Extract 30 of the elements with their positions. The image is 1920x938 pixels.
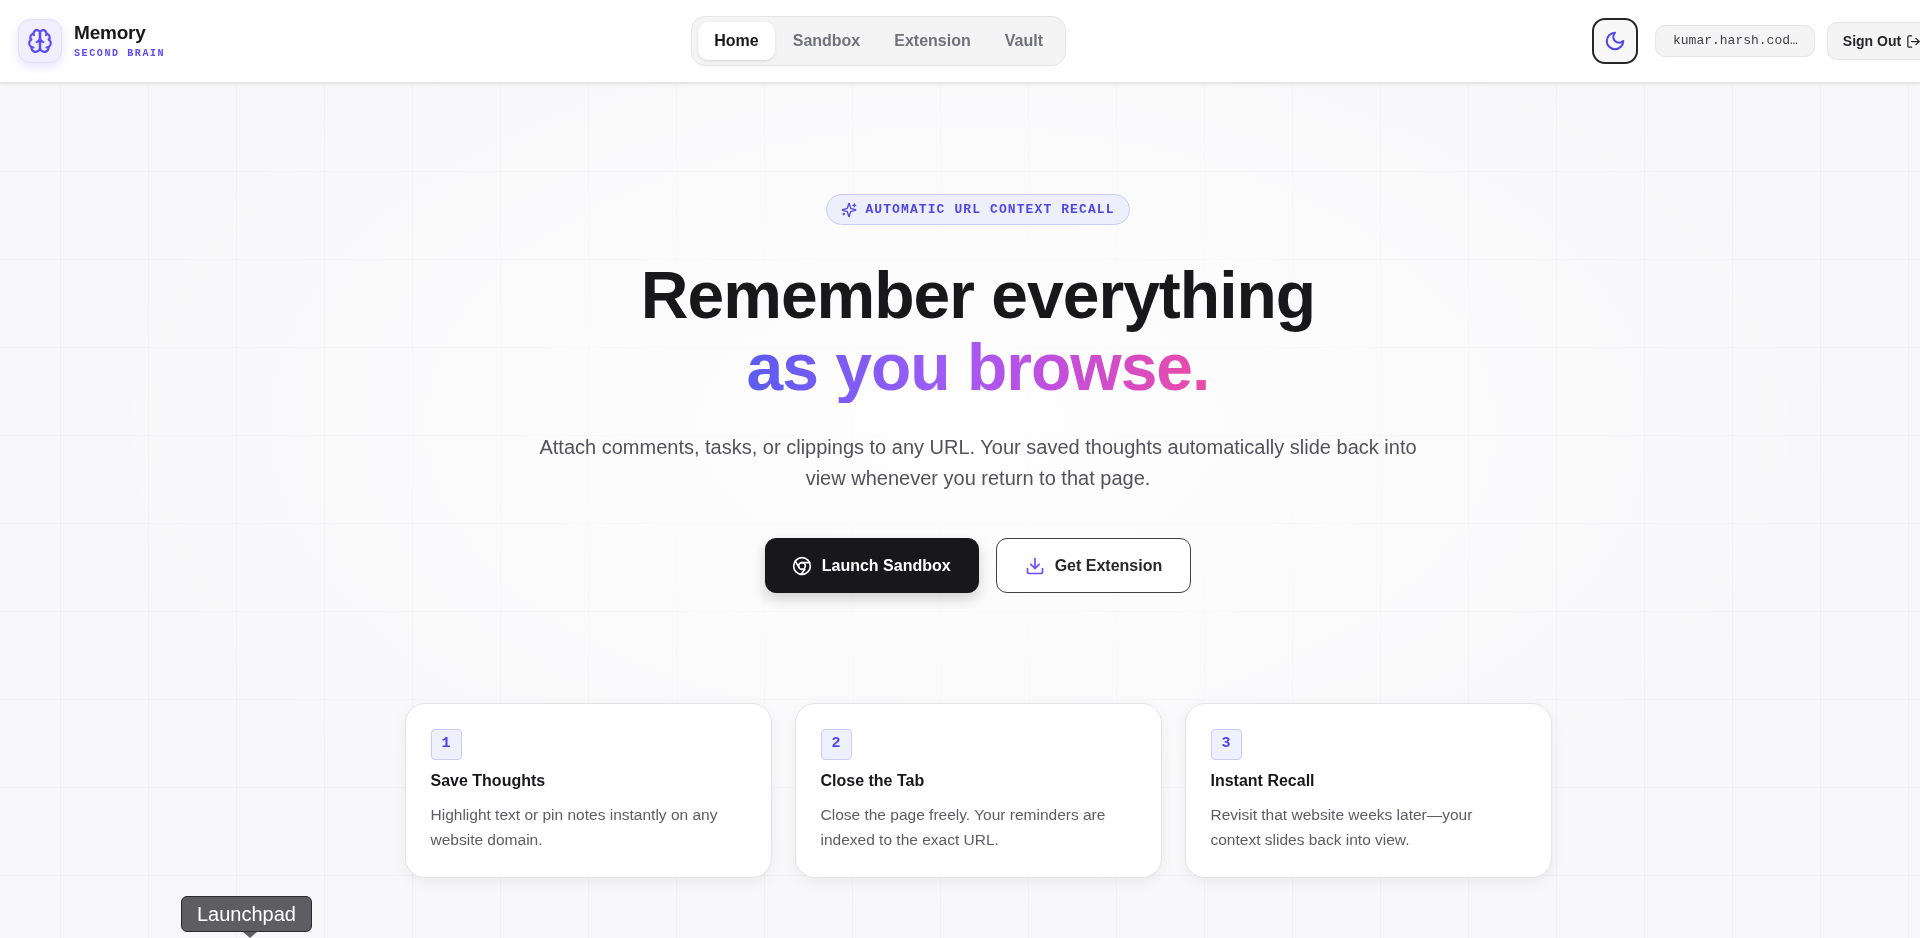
nav-tab[interactable]: Sandbox bbox=[776, 22, 877, 60]
nav-tab[interactable]: Vault bbox=[988, 22, 1059, 60]
nav-tab[interactable]: Extension bbox=[878, 22, 987, 60]
brain-icon bbox=[18, 19, 62, 63]
sign-out-icon bbox=[1906, 33, 1920, 49]
tooltip: Launchpad bbox=[181, 896, 312, 938]
user-email: kumar.harsh.cod… bbox=[1655, 25, 1815, 57]
theme-toggle-button[interactable] bbox=[1592, 18, 1638, 64]
brand-tagline: SECOND BRAIN bbox=[74, 46, 166, 61]
step-title: Close the Tab bbox=[820, 771, 926, 791]
step-number: 1 bbox=[430, 729, 462, 760]
download-icon bbox=[1024, 555, 1045, 576]
step-description: Highlight text or pin notes instantly on any website domain. bbox=[430, 805, 719, 850]
aperture-icon bbox=[791, 555, 812, 576]
step-description: Close the page freely. Your reminders are indexed to the exact URL. bbox=[820, 805, 1107, 850]
step-title: Instant Recall bbox=[1210, 771, 1316, 791]
moon-icon bbox=[1604, 30, 1626, 52]
step-description: Revisit that website weeks later—your context slides back into view. bbox=[1210, 805, 1474, 850]
nav-tab[interactable]: Home bbox=[698, 22, 775, 60]
step-title: Save Thoughts bbox=[430, 771, 547, 791]
brand-name: Memory bbox=[74, 21, 147, 44]
hero-description: Attach comments, tasks, or clippings to any URL. Your saved thoughts automatically slide back into view whenever you return to that page. bbox=[538, 435, 1418, 491]
sparkles-icon bbox=[841, 201, 858, 218]
step-number: 2 bbox=[820, 729, 852, 760]
hero-title: Remember everything bbox=[640, 259, 1316, 331]
badge-text: AUTOMATIC URL CONTEXT RECALL bbox=[865, 200, 1115, 219]
step-number: 3 bbox=[1210, 729, 1242, 760]
get-extension-button[interactable]: Get Extension bbox=[995, 538, 1192, 593]
sign-out-button[interactable]: Sign Out bbox=[1826, 22, 1920, 60]
launch-sandbox-button[interactable]: Launch Sandbox bbox=[764, 538, 979, 593]
